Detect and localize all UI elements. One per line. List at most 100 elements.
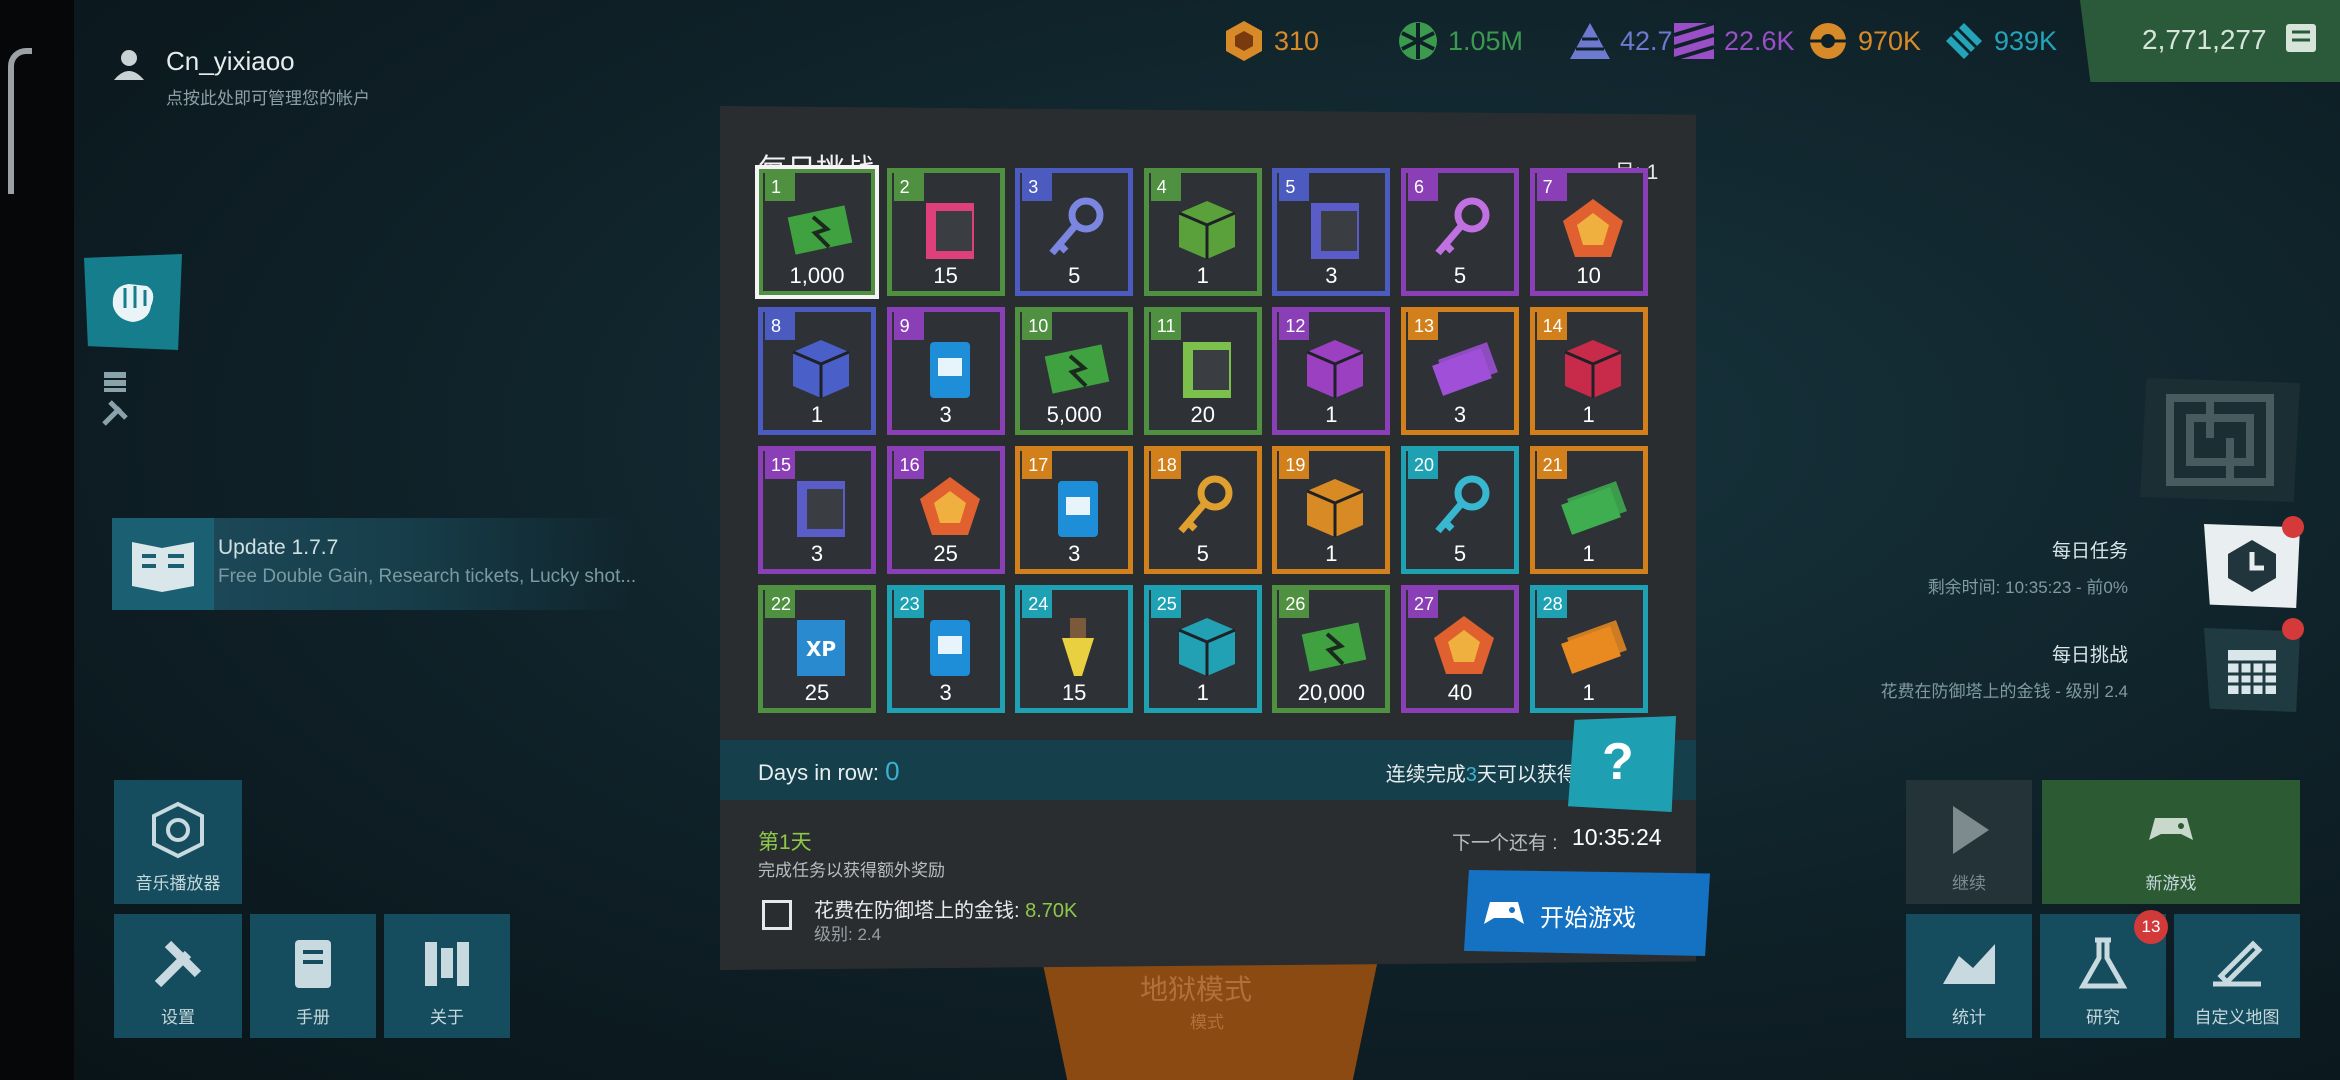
reward-cell[interactable]: 65: [1401, 168, 1519, 296]
orange-tickets-icon: [1560, 620, 1627, 674]
resource-green: 1.05M: [1396, 18, 1523, 64]
reward-cell[interactable]: 28 1: [1529, 585, 1648, 713]
reward-cell[interactable]: 26 20,000: [1272, 585, 1391, 713]
blue-pyramid-icon: [1570, 23, 1610, 59]
stats-button[interactable]: 统计: [1906, 914, 2032, 1038]
reward-cell[interactable]: 12 1: [1272, 307, 1391, 435]
reward-quantity: 1: [810, 402, 824, 427]
help-button[interactable]: ?: [1568, 716, 1676, 812]
task-value: 8.70K: [1025, 900, 1078, 922]
handbook-button[interactable]: 手册: [250, 914, 376, 1038]
day-label: 第1天: [758, 831, 812, 854]
green-ticket-icon: [787, 205, 853, 255]
reward-day-number: 24: [1022, 590, 1053, 618]
blue-ticket-card-icon: [929, 620, 970, 676]
reward-cell[interactable]: 11 20: [1143, 307, 1262, 435]
potion-icon: [1062, 618, 1095, 676]
start-game-label: 开始游戏: [1540, 905, 1636, 932]
start-game-button[interactable]: 开始游戏: [1464, 870, 1710, 956]
reward-cell[interactable]: 23 3: [886, 585, 1005, 713]
reward-day-number: 23: [893, 590, 924, 618]
account-hint: 点按此处即可管理您的帐户: [166, 89, 370, 108]
tile-label: 音乐播放器: [135, 874, 221, 893]
reward-cell[interactable]: 19 1: [1272, 446, 1391, 574]
resource-orange: 970K: [1806, 18, 1921, 64]
reward-day-number: 7: [1536, 173, 1567, 201]
reward-cell[interactable]: 1 1,000: [755, 165, 879, 299]
daily-challenge-info[interactable]: 每日挑战 花费在防御塔上的金钱 - 级别 2.4: [1881, 640, 2128, 702]
daily-quest-button[interactable]: [2204, 524, 2300, 608]
reward-day-number: 12: [1279, 312, 1310, 340]
reward-quantity: 3: [1325, 263, 1338, 288]
tile-label: 自定义地图: [2194, 1008, 2280, 1027]
reward-cell[interactable]: 10 5,000: [1015, 307, 1134, 435]
gamepad-icon: [1484, 902, 1524, 924]
reward-cell[interactable]: 27 40: [1401, 585, 1519, 713]
resource-value: 310: [1274, 25, 1320, 56]
daily-quest-info[interactable]: 每日任务 剩余时间: 10:35:23 - 前0%: [1928, 536, 2128, 598]
resource-value: 22.6K: [1724, 25, 1795, 56]
reward-day-number: 28: [1536, 590, 1567, 618]
next-reset-label: 下一个还有 :: [1452, 833, 1558, 854]
reward-quantity: 3: [1068, 541, 1081, 566]
reward-day-number: 8: [765, 312, 795, 340]
reward-cell[interactable]: 7 10: [1529, 168, 1648, 296]
fist-mode-button[interactable]: [84, 254, 182, 350]
money-counter[interactable]: 2,771,277: [2080, 0, 2340, 82]
reward-day-number: 26: [1279, 590, 1310, 618]
reward-cell[interactable]: 41: [1143, 168, 1262, 296]
reward-cell[interactable]: 20 5: [1401, 446, 1519, 574]
resource-value: 1.05M: [1448, 25, 1524, 56]
reward-cell[interactable]: 24 15: [1015, 585, 1134, 713]
update-banner[interactable]: Update 1.7.7 Free Double Gain, Research …: [112, 518, 636, 610]
music-player-button[interactable]: 音乐播放器: [114, 780, 242, 904]
daily-challenge-button[interactable]: [2204, 628, 2300, 712]
reward-cell[interactable]: 17 3: [1015, 446, 1134, 574]
reward-cell[interactable]: 13 3: [1401, 307, 1519, 435]
reward-cell[interactable]: 14 1: [1529, 307, 1648, 435]
task-checkbox[interactable]: [762, 900, 792, 930]
day-subtitle: 完成任务以获得额外奖励: [758, 861, 945, 880]
calendar-icon: [2228, 650, 2276, 694]
music-player-icon: [152, 801, 204, 859]
custom-map-button[interactable]: 自定义地图: [2174, 914, 2300, 1038]
green-box-icon: [1178, 201, 1236, 259]
reward-cell[interactable]: 2 15: [886, 168, 1005, 296]
coin-stack-icon: [2286, 24, 2316, 52]
reward-day-number: 3: [1022, 173, 1053, 201]
new-game-button[interactable]: 新游戏: [2042, 780, 2300, 904]
level-minimap[interactable]: [2140, 378, 2300, 502]
reward-cell[interactable]: 15 3: [758, 446, 876, 574]
tile-label: 关于: [430, 1008, 464, 1027]
reward-cell[interactable]: 93: [886, 307, 1005, 435]
reward-cell[interactable]: 16 25: [886, 446, 1005, 574]
update-badge: [112, 518, 214, 610]
reward-cell[interactable]: 25 1: [1143, 585, 1262, 713]
reward-day-number: 22: [765, 590, 795, 618]
reward-cell[interactable]: 35: [1015, 168, 1134, 296]
xp-scroll-icon: XP: [797, 620, 845, 676]
svg-text:XP: XP: [806, 637, 836, 661]
tools-icon[interactable]: [100, 398, 130, 428]
continue-button[interactable]: 继续: [1906, 780, 2032, 904]
green-ticket-icon: [1302, 622, 1367, 672]
username: Cn_yixiaoo: [166, 46, 295, 76]
tile-label: 研究: [2086, 1008, 2120, 1027]
reward-day-number: 9: [893, 312, 924, 340]
reward-quantity: 3: [1453, 402, 1467, 427]
settings-button[interactable]: 设置: [114, 914, 242, 1038]
reward-cell[interactable]: XP 22 25: [758, 585, 876, 713]
reward-day-number: 15: [765, 451, 795, 479]
streak-hint: 连续完成3天可以获得1x: [1385, 764, 1598, 786]
daily-quest-title: 每日任务: [2051, 541, 2128, 562]
reward-cell[interactable]: 21 1: [1529, 446, 1648, 574]
blue-ticket-card-icon: [929, 342, 970, 398]
reward-cell[interactable]: 18 5: [1143, 446, 1262, 574]
reward-cell[interactable]: 81: [758, 307, 876, 435]
orange-pentagon-icon: [1434, 616, 1494, 674]
about-button[interactable]: 关于: [384, 914, 510, 1038]
back-gesture-handle[interactable]: [8, 48, 32, 194]
stack-icon[interactable]: [100, 366, 130, 396]
reward-quantity: 3: [939, 402, 952, 427]
reward-cell[interactable]: 53: [1272, 168, 1391, 296]
